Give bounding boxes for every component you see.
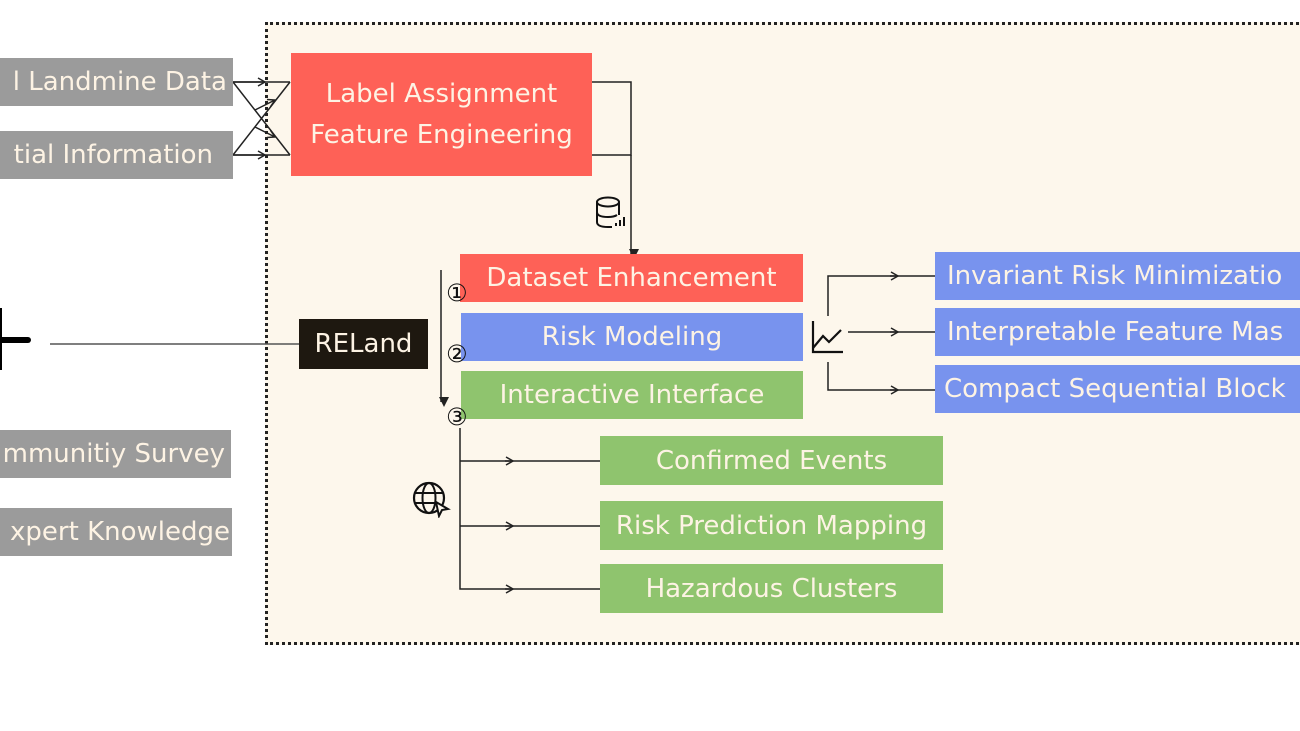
input-landmine-data: l Landmine Data: [0, 58, 233, 106]
component-risk-prediction-mapping: Risk Prediction Mapping: [600, 501, 943, 550]
reland-core-box: RELand: [299, 319, 428, 369]
component-compact-sequential-block: Compact Sequential Block: [935, 365, 1300, 413]
stage-number-1: ①: [446, 279, 468, 307]
database-icon: [596, 196, 625, 228]
component-hazardous-clusters: Hazardous Clusters: [600, 564, 943, 613]
stage-number-2: ②: [446, 340, 468, 368]
feature-engineering-text: Feature Engineering: [310, 119, 573, 150]
component-interpretable-feature-mask: Interpretable Feature Mas: [935, 308, 1300, 356]
stage-risk-modeling: Risk Modeling: [461, 313, 803, 361]
stage-number-3: ③: [446, 403, 468, 431]
preprocess-box: Label Assignment Feature Engineering: [291, 53, 592, 176]
input-expert-knowledge: xpert Knowledge: [0, 508, 232, 556]
label-assignment-text: Label Assignment: [325, 78, 558, 109]
line-chart-icon: [811, 321, 843, 354]
stage-dataset-enhancement: Dataset Enhancement: [460, 254, 803, 302]
interface-connectors: [459, 428, 600, 594]
input-community-survey: mmunitiy Survey: [0, 430, 231, 478]
component-confirmed-events: Confirmed Events: [600, 436, 943, 485]
component-invariant-risk-minimization: Invariant Risk Minimizatio: [935, 252, 1300, 300]
stage-interactive-interface: Interactive Interface: [461, 371, 803, 419]
input-connectors: [232, 77, 291, 160]
aggregate-plus-icon: [0, 308, 31, 370]
input-spatial-information: tial Information: [0, 131, 233, 179]
globe-cursor-icon: [412, 481, 451, 518]
